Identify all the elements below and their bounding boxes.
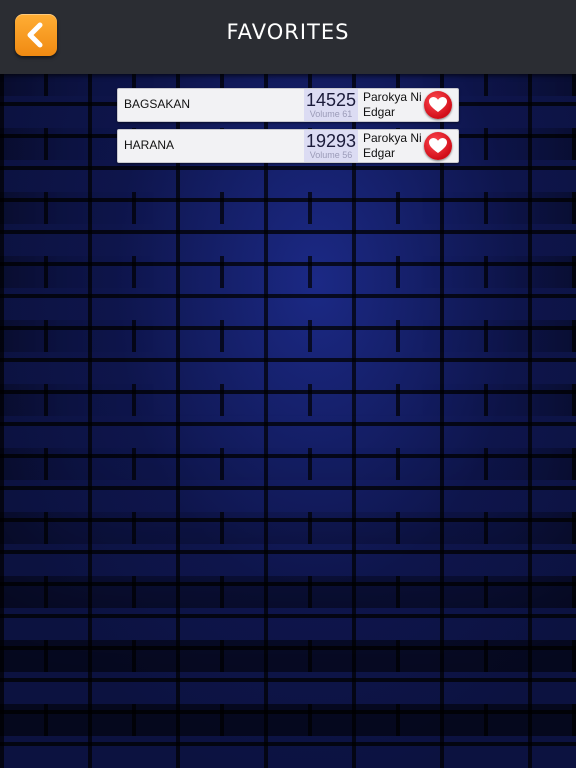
top-bar: FAVORITES	[0, 0, 576, 74]
song-volume: Volume 61	[309, 109, 353, 119]
page-title: FAVORITES	[226, 20, 350, 44]
favorite-row[interactable]: HARANA 19293 Volume 56 Parokya Ni Edgar	[117, 129, 459, 163]
heart-icon	[429, 97, 447, 112]
song-number-box: 14525 Volume 61	[304, 89, 358, 121]
song-title: BAGSAKAN	[124, 97, 191, 111]
favorite-toggle-button[interactable]	[424, 91, 452, 119]
favorites-list: BAGSAKAN 14525 Volume 61 Parokya Ni Edga…	[117, 88, 459, 170]
song-artist: Parokya Ni Edgar	[363, 90, 422, 119]
song-number: 19293	[305, 131, 357, 151]
song-artist: Parokya Ni Edgar	[363, 131, 422, 160]
song-number-box: 19293 Volume 56	[304, 130, 358, 162]
song-volume: Volume 56	[309, 150, 353, 160]
heart-icon	[429, 138, 447, 153]
song-number: 14525	[305, 90, 357, 110]
brick-wall-background	[0, 74, 576, 768]
favorite-row[interactable]: BAGSAKAN 14525 Volume 61 Parokya Ni Edga…	[117, 88, 459, 122]
favorite-toggle-button[interactable]	[424, 132, 452, 160]
song-title: HARANA	[124, 138, 175, 152]
